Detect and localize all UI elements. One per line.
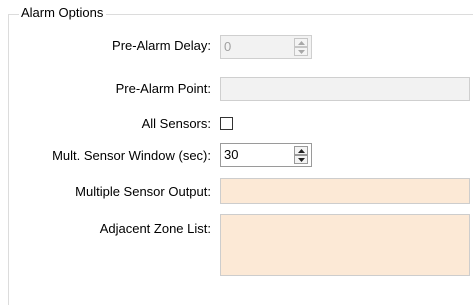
spin-up-icon[interactable] — [294, 146, 308, 155]
pre-alarm-delay-spinner[interactable]: 0 — [220, 35, 312, 59]
group-title: Alarm Options — [19, 5, 107, 21]
adjacent-zone-list-field[interactable] — [220, 214, 470, 276]
spin-down-icon[interactable] — [294, 155, 308, 164]
multiple-sensor-output-field[interactable] — [220, 178, 470, 204]
pre-alarm-delay-label: Pre-Alarm Delay: — [112, 38, 211, 53]
pre-alarm-point-field[interactable] — [220, 77, 470, 101]
pre-alarm-point-label: Pre-Alarm Point: — [115, 81, 211, 96]
pre-alarm-delay-value: 0 — [224, 39, 232, 54]
spin-up-icon[interactable] — [294, 38, 308, 47]
mult-sensor-window-spinner[interactable]: 30 — [220, 143, 312, 167]
mult-sensor-window-label: Mult. Sensor Window (sec): — [52, 148, 211, 163]
all-sensors-label: All Sensors: — [141, 116, 211, 131]
adjacent-zone-list-label: Adjacent Zone List: — [99, 221, 211, 236]
all-sensors-checkbox[interactable] — [220, 117, 233, 130]
spin-down-icon[interactable] — [294, 47, 308, 56]
mult-sensor-window-value: 30 — [224, 147, 239, 162]
mult-sensor-window-spin-buttons — [294, 146, 308, 164]
pre-alarm-delay-spin-buttons — [294, 38, 308, 56]
multiple-sensor-output-label: Multiple Sensor Output: — [75, 184, 211, 199]
